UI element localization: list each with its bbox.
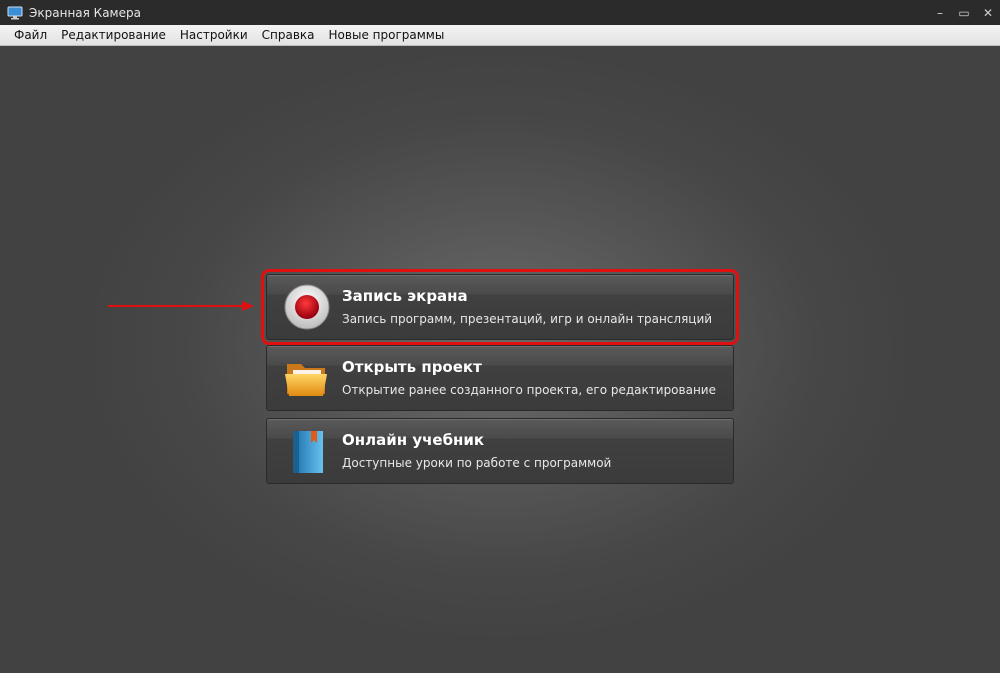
record-icon <box>283 283 331 331</box>
folder-icon <box>283 354 331 402</box>
open-project-button[interactable]: Открыть проект Открытие ранее созданного… <box>266 345 734 411</box>
monitor-icon <box>7 6 23 20</box>
menu-edit[interactable]: Редактирование <box>54 25 173 45</box>
menu-settings[interactable]: Настройки <box>173 25 255 45</box>
maximize-button[interactable]: ▭ <box>952 0 976 25</box>
card-description: Открытие ранее созданного проекта, его р… <box>342 383 716 397</box>
arrow-right-icon <box>108 301 254 311</box>
minimize-button[interactable]: – <box>928 0 952 25</box>
card-title: Открыть проект <box>342 358 482 376</box>
card-description: Запись программ, презентаций, игр и онла… <box>342 312 713 326</box>
main-area: Запись экрана Запись программ, презентац… <box>0 46 1000 673</box>
card-title: Запись экрана <box>342 287 468 305</box>
online-tutorial-button[interactable]: Онлайн учебник Доступные уроки по работе… <box>266 418 734 484</box>
record-screen-button[interactable]: Запись экрана Запись программ, презентац… <box>261 269 739 345</box>
menu-file[interactable]: Файл <box>0 25 54 45</box>
window-controls: – ▭ ✕ <box>928 0 1000 25</box>
menu-new-programs[interactable]: Новые программы <box>322 25 452 45</box>
card-description: Доступные уроки по работе с программой <box>342 456 612 470</box>
close-button[interactable]: ✕ <box>976 0 1000 25</box>
menu-help[interactable]: Справка <box>255 25 322 45</box>
title-bar: Экранная Камера – ▭ ✕ <box>0 0 1000 25</box>
window-title: Экранная Камера <box>29 5 141 20</box>
menu-bar: Файл Редактирование Настройки Справка Но… <box>0 25 1000 46</box>
card-title: Онлайн учебник <box>342 431 485 449</box>
book-icon <box>283 427 331 475</box>
